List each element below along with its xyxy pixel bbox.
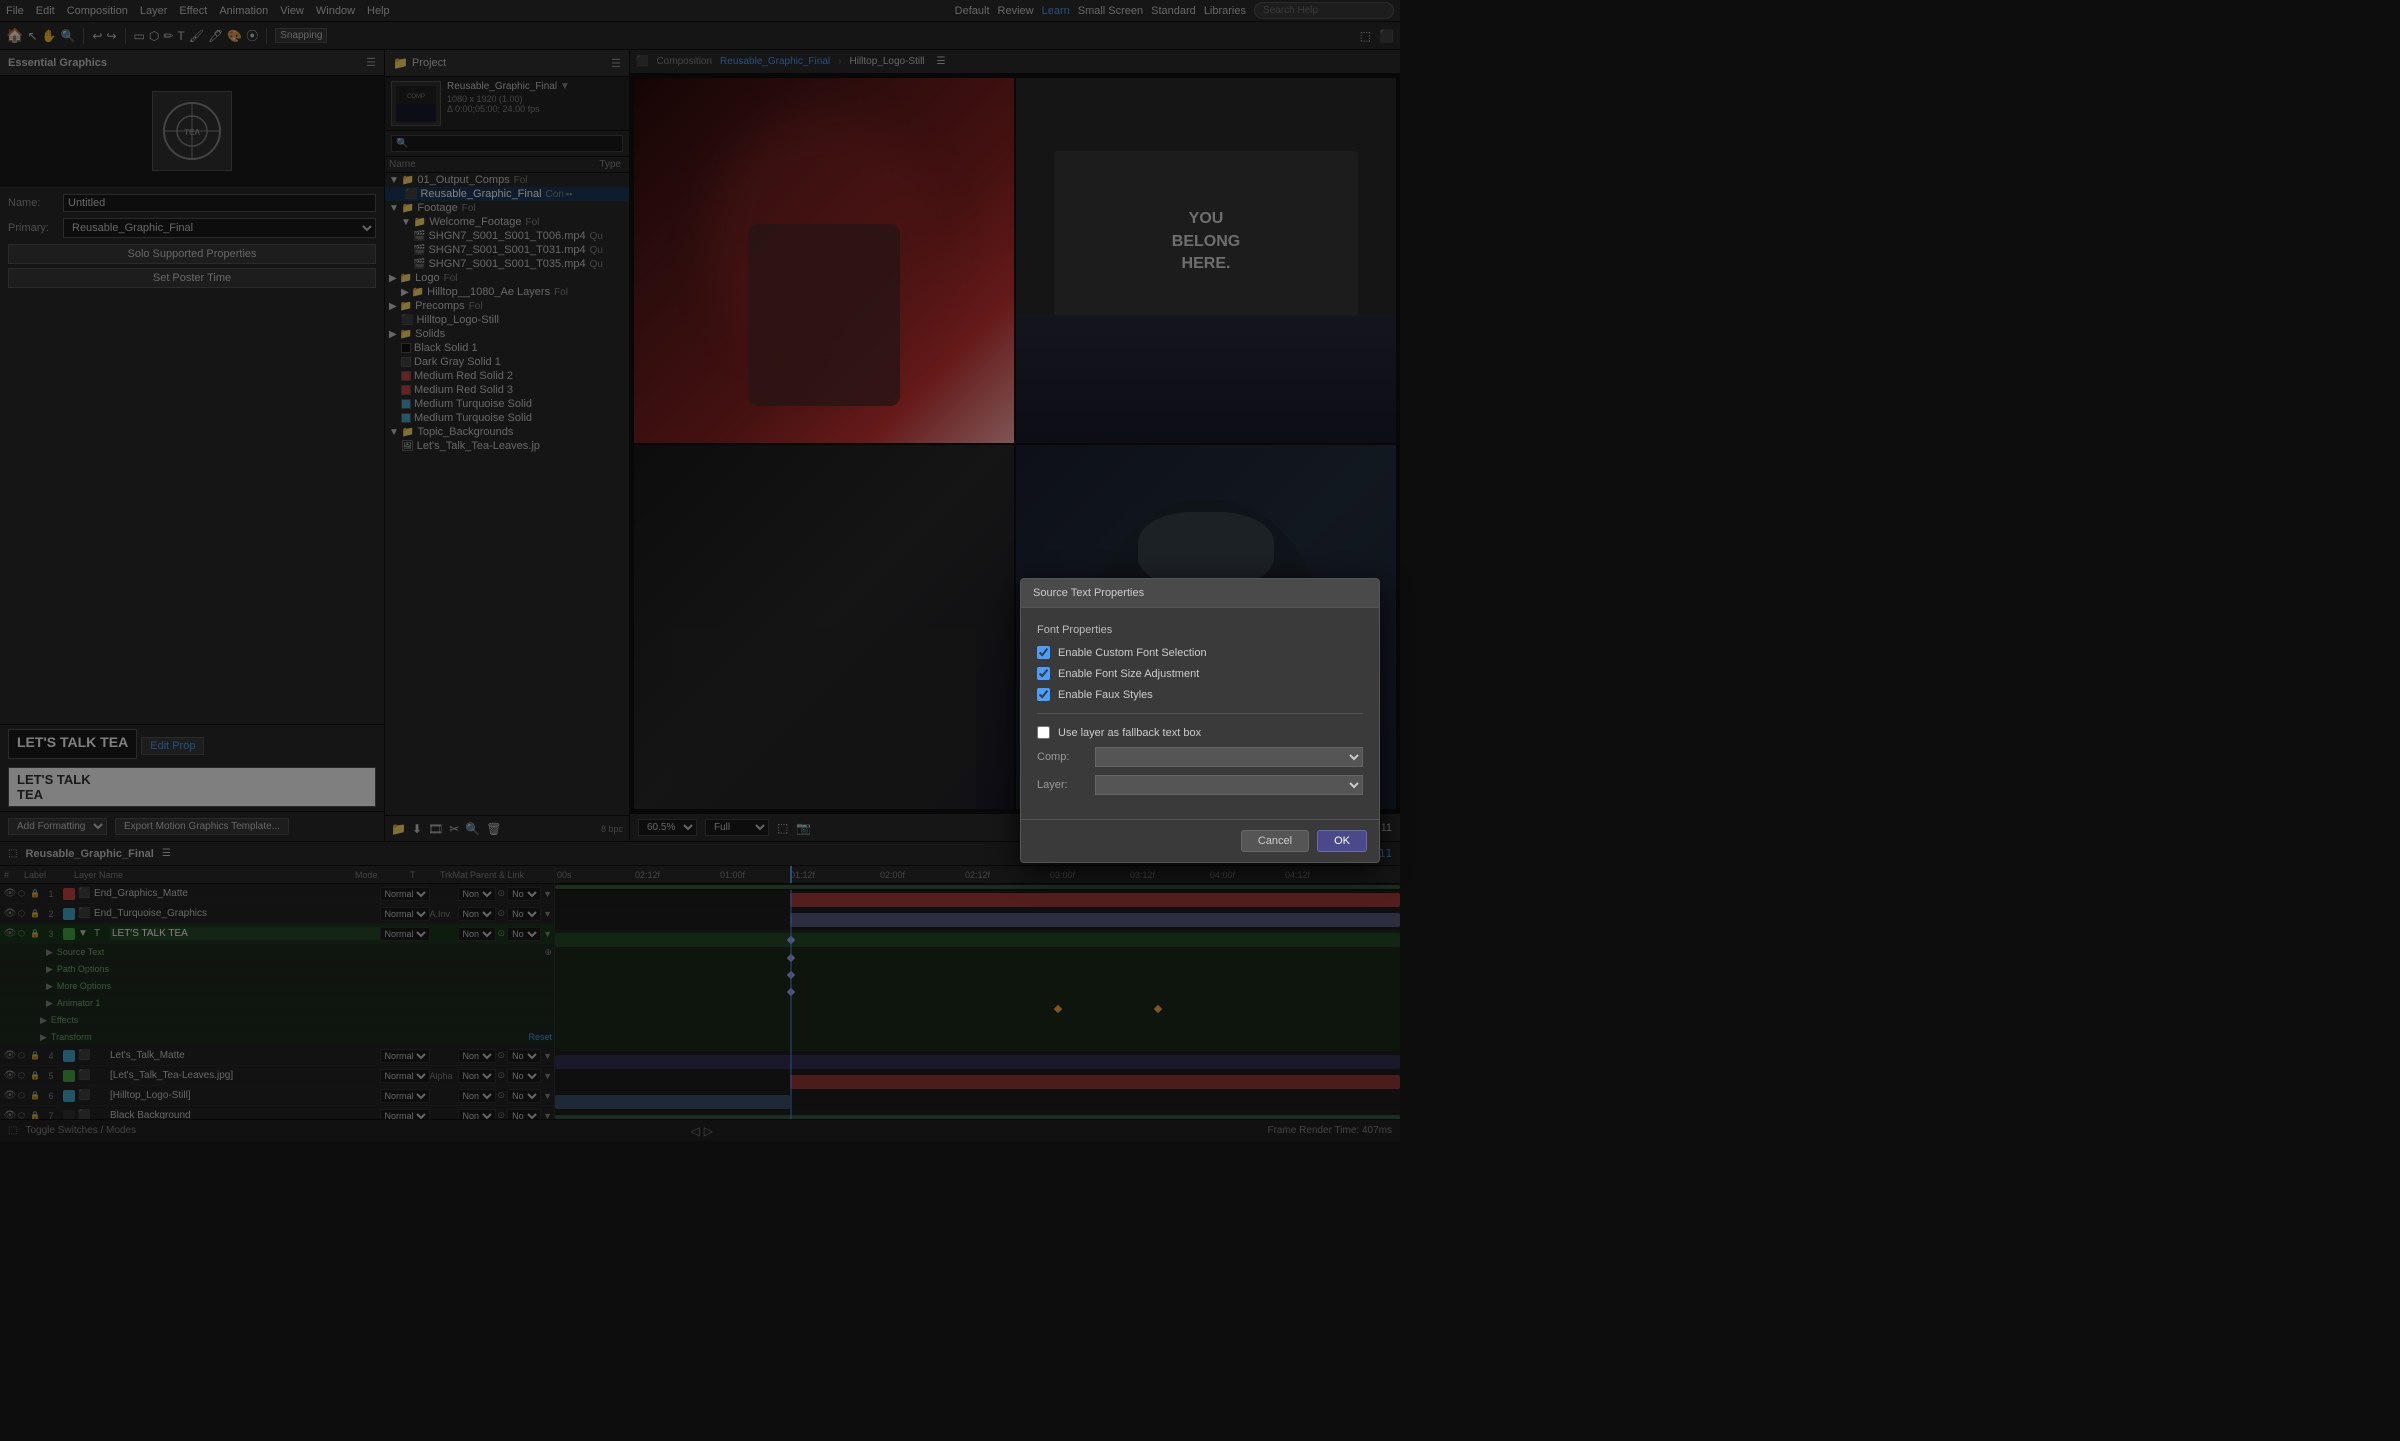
cb-faux-styles-row: Enable Faux Styles [1037,688,1363,701]
layer-field-label: Layer: [1037,779,1087,791]
dialog-body: Font Properties Enable Custom Font Selec… [1021,608,1379,819]
dialog-cancel-button[interactable]: Cancel [1241,830,1309,852]
cb-font-size-label: Enable Font Size Adjustment [1058,668,1199,680]
cb-faux-styles-label: Enable Faux Styles [1058,689,1153,701]
dialog-separator [1037,713,1363,714]
cb-custom-font-row: Enable Custom Font Selection [1037,646,1363,659]
dialog-header: Source Text Properties [1021,579,1379,608]
layer-field-select[interactable] [1095,775,1363,795]
cb-fallback-row: Use layer as fallback text box [1037,726,1363,739]
font-properties-section: Font Properties Enable Custom Font Selec… [1037,624,1363,701]
cb-font-size[interactable] [1037,667,1050,680]
comp-field-row: Comp: [1037,747,1363,767]
font-properties-title: Font Properties [1037,624,1363,636]
comp-field-select[interactable] [1095,747,1363,767]
dialog-footer: Cancel OK [1021,819,1379,862]
source-text-properties-dialog: Source Text Properties Font Properties E… [1020,578,1380,863]
cb-custom-font[interactable] [1037,646,1050,659]
comp-field-label: Comp: [1037,751,1087,763]
cb-fallback-label: Use layer as fallback text box [1058,727,1201,739]
cb-faux-styles[interactable] [1037,688,1050,701]
layer-field-row: Layer: [1037,775,1363,795]
dialog-ok-button[interactable]: OK [1317,830,1367,852]
cb-fallback[interactable] [1037,726,1050,739]
dialog-title: Source Text Properties [1033,587,1144,599]
dialog-overlay: Source Text Properties Font Properties E… [0,0,2400,1441]
cb-font-size-row: Enable Font Size Adjustment [1037,667,1363,680]
cb-custom-font-label: Enable Custom Font Selection [1058,647,1207,659]
